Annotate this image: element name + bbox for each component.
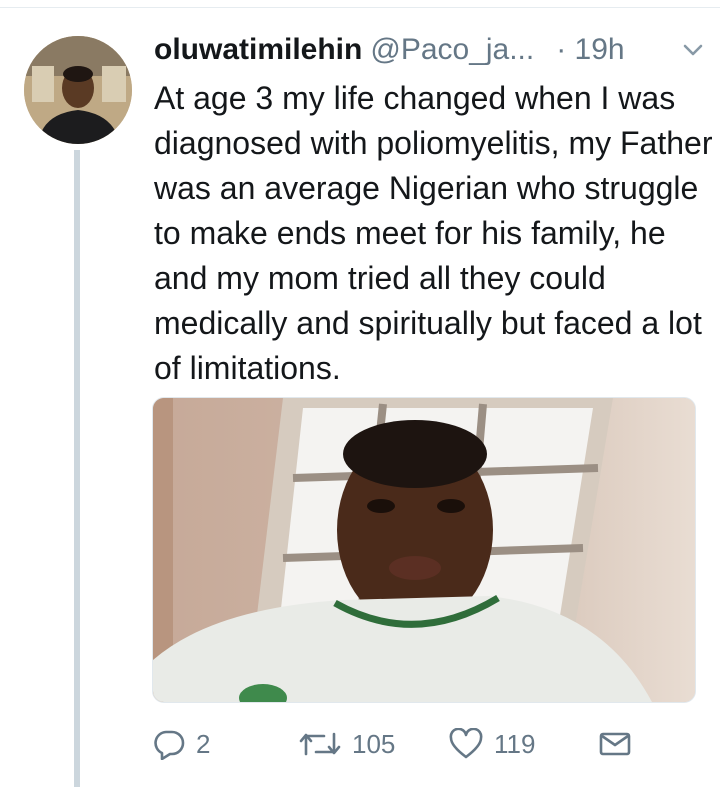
retweet-count: 105 xyxy=(352,728,396,759)
reply-count: 2 xyxy=(196,728,211,759)
like-count: 119 xyxy=(494,728,536,759)
tweet-header: oluwatimilehin @Paco_ja... · 19h xyxy=(154,30,714,70)
top-divider xyxy=(0,0,720,8)
chevron-down-icon[interactable] xyxy=(682,40,704,60)
like-button[interactable]: 119 xyxy=(448,728,535,760)
photo-selfie xyxy=(153,398,695,702)
user-handle[interactable]: @Paco_ja... xyxy=(370,33,534,67)
envelope-icon xyxy=(599,732,631,756)
retweet-icon xyxy=(299,732,341,756)
thread-line xyxy=(74,150,80,787)
avatar-photo xyxy=(24,36,132,144)
avatar[interactable] xyxy=(24,36,132,144)
direct-message-button[interactable] xyxy=(598,730,632,758)
retweet-button[interactable]: 105 xyxy=(298,728,395,760)
reply-button[interactable]: 2 xyxy=(152,728,210,760)
tweet-text: At age 3 my life changed when I was diag… xyxy=(154,80,713,386)
tweet-photo[interactable] xyxy=(152,397,696,703)
timestamp[interactable]: · 19h xyxy=(556,33,624,67)
heart-icon xyxy=(449,728,483,759)
tweet-actions: 2 105 119 xyxy=(152,722,712,766)
reply-icon xyxy=(154,730,185,760)
display-name[interactable]: oluwatimilehin xyxy=(154,33,362,67)
